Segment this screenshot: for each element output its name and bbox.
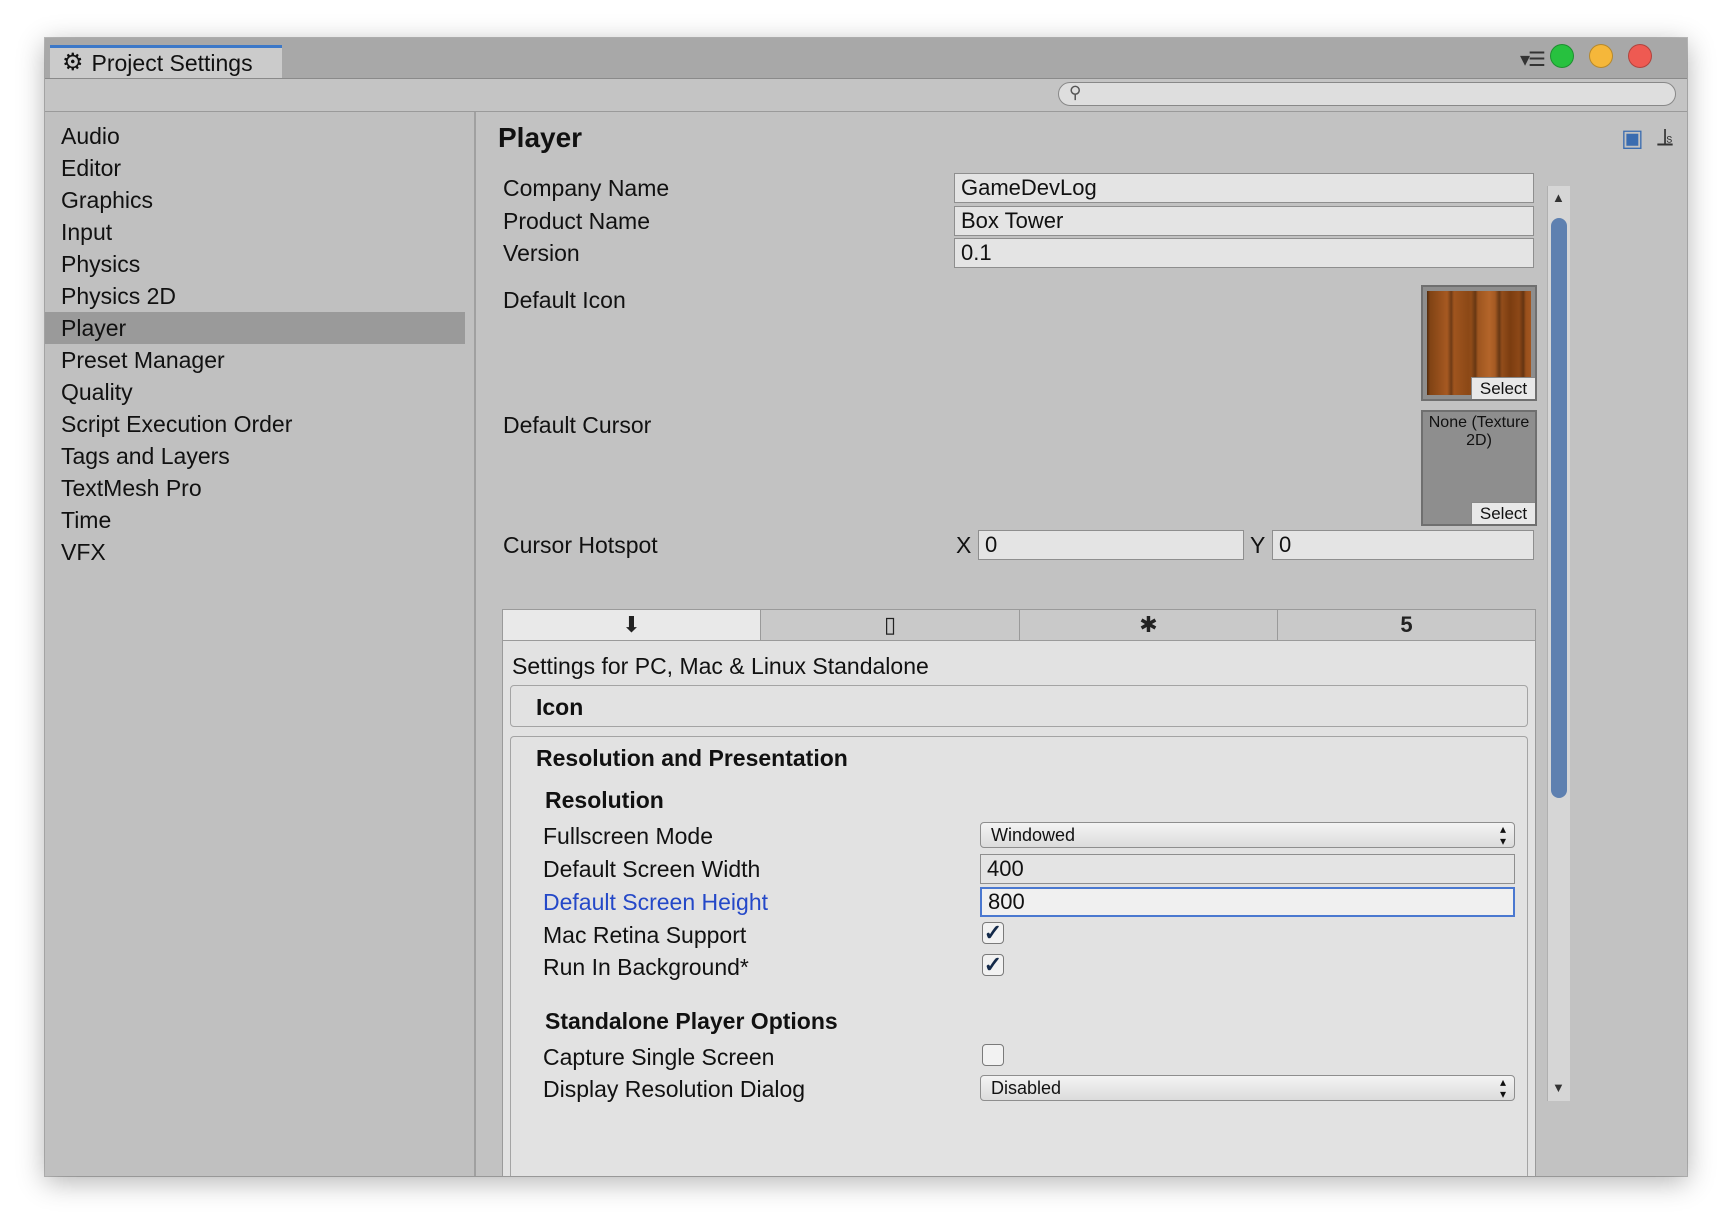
hotspot-y-field[interactable]	[1272, 530, 1534, 560]
dropdown-arrows-icon: ▴ ▾	[1499, 822, 1506, 848]
tab-menu-icon[interactable]: ▾☰	[1520, 47, 1546, 72]
hotspot-x-label: X	[956, 532, 972, 558]
gear-icon: ⚙	[62, 49, 84, 76]
tab-android[interactable]: ✱	[1020, 610, 1278, 640]
settings-sidebar: Audio Editor Graphics Input Physics Phys…	[45, 112, 476, 1176]
resolution-presentation-section: Resolution and Presentation Resolution F…	[510, 736, 1528, 1176]
default-icon-field[interactable]: Select	[1421, 285, 1537, 401]
cursor-select-button[interactable]: Select	[1471, 502, 1535, 524]
run-in-background-label: Run In Background*	[543, 954, 749, 980]
display-resolution-dialog-value: Disabled	[991, 1078, 1062, 1098]
project-settings-tab[interactable]: ⚙ Project Settings	[50, 45, 282, 78]
sidebar-item-vfx[interactable]: VFX	[45, 536, 465, 568]
version-field[interactable]	[954, 238, 1534, 268]
search-input[interactable]	[1091, 84, 1655, 106]
sidebar-item-physics-2d[interactable]: Physics 2D	[45, 280, 465, 312]
cursor-none-text: None (Texture 2D)	[1428, 414, 1530, 449]
settings-for-label: Settings for PC, Mac & Linux Standalone	[512, 653, 929, 679]
resolution-header: Resolution	[545, 787, 664, 813]
minimize-button[interactable]	[1589, 44, 1613, 68]
platform-tabs: ⬇ ▯ ✱ 5	[502, 609, 1536, 641]
sidebar-item-input[interactable]: Input	[45, 216, 465, 248]
company-name-field[interactable]	[954, 173, 1534, 203]
retina-support-checkbox[interactable]: ✓	[982, 922, 1004, 944]
fullscreen-mode-value: Windowed	[991, 825, 1076, 845]
display-resolution-dialog-dropdown[interactable]: Disabled ▴ ▾	[980, 1075, 1515, 1101]
sidebar-item-textmesh-pro[interactable]: TextMesh Pro	[45, 472, 465, 504]
tab-title: Project Settings	[91, 49, 253, 76]
sidebar-item-physics[interactable]: Physics	[45, 248, 465, 280]
platform-settings-panel: Settings for PC, Mac & Linux Standalone …	[502, 641, 1536, 1176]
player-inspector: Player ▣ ⫡ ⚙▾ Company Name Product Name …	[476, 112, 1687, 1176]
page-title: Player	[498, 122, 583, 153]
hotspot-y-label: Y	[1250, 532, 1266, 558]
sidebar-item-player[interactable]: Player	[45, 312, 465, 344]
default-icon-label: Default Icon	[503, 287, 626, 313]
tab-ios[interactable]: ▯	[761, 610, 1020, 640]
window-tabstrip: ⚙ Project Settings ▾☰	[45, 38, 1687, 79]
standalone-options-header: Standalone Player Options	[545, 1008, 838, 1034]
search-row: ⚲	[45, 79, 1687, 112]
sidebar-item-quality[interactable]: Quality	[45, 376, 465, 408]
sidebar-item-graphics[interactable]: Graphics	[45, 184, 465, 216]
screen-height-field[interactable]	[980, 887, 1515, 917]
screen-width-label: Default Screen Width	[543, 856, 761, 882]
download-icon: ⬇	[622, 612, 641, 637]
sidebar-item-script-execution-order[interactable]: Script Execution Order	[45, 408, 465, 440]
search-icon: ⚲	[1069, 83, 1082, 102]
default-cursor-field[interactable]: None (Texture 2D) Select	[1421, 410, 1537, 526]
help-book-icon[interactable]: ▣	[1621, 124, 1644, 153]
version-label: Version	[503, 240, 580, 266]
project-settings-window: ⚙ Project Settings ▾☰ ⚲ Audio Editor Gra…	[45, 38, 1687, 1176]
preset-sliders-icon[interactable]: ⫡	[1657, 124, 1673, 152]
zoom-button[interactable]	[1550, 44, 1574, 68]
phone-icon: ▯	[883, 612, 897, 637]
inspector-scrollbar[interactable]: ▲ ▼	[1547, 186, 1570, 1101]
company-name-label: Company Name	[503, 175, 670, 201]
display-resolution-dialog-label: Display Resolution Dialog	[543, 1076, 806, 1102]
sidebar-item-time[interactable]: Time	[45, 504, 465, 536]
tab-webgl[interactable]: 5	[1278, 610, 1535, 640]
scroll-up-arrow-icon[interactable]: ▲	[1552, 190, 1565, 205]
capture-single-screen-checkbox[interactable]	[982, 1044, 1004, 1066]
screen-width-field[interactable]	[980, 854, 1515, 884]
res-section-title[interactable]: Resolution and Presentation	[536, 745, 848, 772]
product-name-label: Product Name	[503, 208, 651, 234]
scroll-down-arrow-icon[interactable]: ▼	[1552, 1080, 1565, 1095]
sidebar-item-tags-and-layers[interactable]: Tags and Layers	[45, 440, 465, 472]
default-cursor-label: Default Cursor	[503, 412, 652, 438]
close-button[interactable]	[1628, 44, 1652, 68]
html5-icon: 5	[1400, 612, 1413, 637]
fullscreen-mode-label: Fullscreen Mode	[543, 823, 714, 849]
sidebar-item-preset-manager[interactable]: Preset Manager	[45, 344, 465, 376]
sidebar-item-audio[interactable]: Audio	[45, 120, 465, 152]
icon-section-header[interactable]: Icon	[510, 685, 1528, 727]
dropdown-arrows-icon: ▴ ▾	[1499, 1075, 1506, 1101]
screen-height-label: Default Screen Height	[543, 889, 769, 915]
fullscreen-mode-dropdown[interactable]: Windowed ▴ ▾	[980, 822, 1515, 848]
sidebar-item-editor[interactable]: Editor	[45, 152, 465, 184]
search-field[interactable]: ⚲	[1058, 82, 1676, 106]
capture-single-screen-label: Capture Single Screen	[543, 1044, 775, 1070]
icon-section-title: Icon	[536, 694, 584, 720]
tab-standalone[interactable]: ⬇	[503, 610, 761, 640]
scrollbar-thumb[interactable]	[1551, 218, 1567, 798]
hotspot-x-field[interactable]	[978, 530, 1244, 560]
icon-select-button[interactable]: Select	[1471, 377, 1535, 399]
run-in-background-checkbox[interactable]: ✓	[982, 954, 1004, 976]
android-icon: ✱	[1139, 612, 1158, 637]
cursor-hotspot-label: Cursor Hotspot	[503, 532, 658, 558]
retina-support-label: Mac Retina Support	[543, 922, 747, 948]
product-name-field[interactable]	[954, 206, 1534, 236]
